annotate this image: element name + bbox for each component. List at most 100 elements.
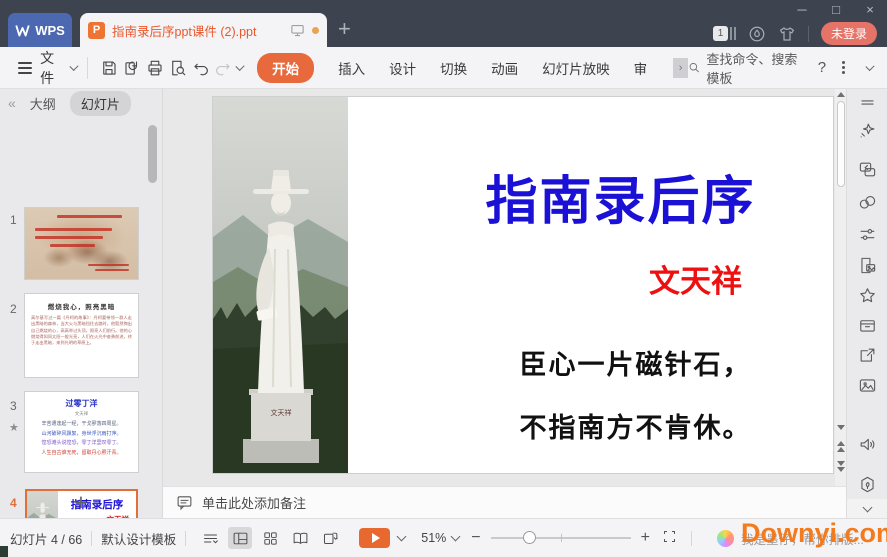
collapse-tools-button[interactable]: [847, 499, 887, 518]
editor-scrollbar-thumb[interactable]: [836, 101, 845, 187]
previous-slide-button[interactable]: [836, 441, 845, 452]
play-options-chevron-icon[interactable]: [396, 531, 407, 542]
save-button[interactable]: [98, 55, 121, 81]
slide-body-line-2[interactable]: 不指南方不肯休。: [348, 406, 833, 445]
tab-home[interactable]: 开始: [257, 52, 315, 83]
zoom-in-button[interactable]: +: [641, 529, 650, 547]
picture-icon[interactable]: [856, 374, 878, 396]
play-slideshow-button[interactable]: [359, 528, 391, 548]
slide-2-body: 高尔基写过一篇《丹柯的故事》：丹柯要带领一群人走出黑暗的森林，当大火与黑暗挡住去…: [31, 315, 132, 346]
tab-insert[interactable]: 插入: [338, 58, 365, 78]
undo-icon: [194, 63, 208, 75]
window-controls: ─ □ ×: [793, 2, 879, 17]
hexagon-badge-icon[interactable]: [856, 473, 878, 495]
monitor-icon: [291, 24, 304, 36]
hamburger-icon[interactable]: [18, 59, 33, 77]
print-button[interactable]: [144, 55, 167, 81]
output-button[interactable]: [121, 55, 144, 81]
new-tab-button[interactable]: +: [338, 16, 351, 42]
tab-review-truncated[interactable]: 审: [634, 58, 648, 78]
wps-menu-button[interactable]: WPS: [8, 13, 72, 47]
phone-cast-button[interactable]: [318, 527, 342, 549]
template-name[interactable]: 默认设计模板: [101, 529, 176, 548]
tab-outline[interactable]: 大纲: [30, 94, 56, 113]
status-bar: 幻灯片 4 / 66 默认设计模板 51% − + 我是墨仔，帮你排版...: [0, 518, 887, 557]
fit-to-window-button[interactable]: [662, 529, 677, 547]
slide-author-text[interactable]: 文天祥: [348, 256, 833, 301]
titlebar-separator: [807, 25, 809, 42]
editor-scrollbar[interactable]: [835, 89, 846, 486]
tab-slideshow[interactable]: 幻灯片放映: [542, 58, 610, 78]
assistant-text[interactable]: 我是墨仔，帮你排版...: [741, 529, 864, 548]
notes-bar[interactable]: 单击此处添加备注: [163, 486, 846, 518]
tab-design[interactable]: 设计: [389, 58, 416, 78]
slide-title-text[interactable]: 指南录后序: [348, 159, 833, 234]
current-slide[interactable]: 指南录后序 文天祥 臣心一片磁针石， 不指南方不肯休。: [213, 97, 833, 473]
share-export-icon[interactable]: [856, 344, 878, 366]
reading-view-button[interactable]: [288, 527, 312, 549]
scroll-up-icon[interactable]: [836, 92, 845, 97]
object-adjust-sliders-icon[interactable]: [856, 223, 878, 245]
tab-animation[interactable]: 动画: [491, 58, 518, 78]
file-menu-chevron-icon[interactable]: [69, 61, 79, 71]
ppt-file-icon: P: [88, 21, 105, 39]
tab-transitions[interactable]: 切换: [440, 58, 467, 78]
more-options-icon[interactable]: [842, 59, 846, 76]
poem-line: 辛苦遭逢起一经，干戈寥落四周星。: [41, 421, 122, 427]
statue-photo[interactable]: [213, 97, 348, 473]
slide-1-thumbnail[interactable]: [25, 208, 138, 279]
poem-line: 山河破碎风飘絮，身世浮沉雨打萍。: [41, 430, 122, 437]
skin-shirt-icon[interactable]: [778, 25, 796, 43]
login-button[interactable]: 未登录: [820, 22, 877, 45]
collapse-panel-button[interactable]: «: [8, 95, 16, 111]
slide-2-thumbnail[interactable]: 燃烧我心，照亮黑暗 高尔基写过一篇《丹柯的故事》：丹柯要带领一群人走出黑暗的森林…: [25, 294, 138, 377]
template-swap-icon[interactable]: [856, 158, 878, 180]
normal-view-button[interactable]: [228, 527, 253, 549]
redo-button[interactable]: [212, 55, 235, 81]
material-box-icon[interactable]: [856, 314, 878, 336]
export-icon: [125, 60, 138, 75]
command-search-input[interactable]: 查找命令、搜索模板: [688, 49, 802, 87]
open-documents-badge[interactable]: 1: [712, 26, 736, 41]
poem-line: 惶恐滩头说惶恐，零丁洋里叹零丁。: [41, 440, 122, 446]
notes-toggle-button[interactable]: [198, 527, 222, 549]
slide-counter[interactable]: 幻灯片 4 / 66: [10, 529, 82, 548]
maximize-button[interactable]: □: [827, 2, 845, 17]
audio-speaker-icon[interactable]: [856, 433, 878, 455]
quick-access-chevron-icon[interactable]: [235, 61, 245, 71]
zoom-out-button[interactable]: −: [471, 529, 480, 547]
panel-scrollbar-thumb[interactable]: [148, 125, 157, 183]
collapse-ribbon-chevron-icon[interactable]: [865, 61, 875, 71]
tabs-overflow-button[interactable]: ›: [673, 57, 689, 78]
close-button[interactable]: ×: [861, 2, 879, 17]
save-icon: [103, 60, 116, 75]
help-button[interactable]: ?: [818, 59, 826, 76]
next-slide-button[interactable]: [836, 461, 845, 472]
document-tab[interactable]: P 指南录后序ppt课件 (2).ppt: [80, 13, 327, 47]
shapes-icon[interactable]: [856, 191, 878, 213]
slide-2-number: 2: [10, 302, 17, 316]
file-menu[interactable]: 文件: [40, 48, 65, 88]
smart-beautify-icon[interactable]: [856, 119, 878, 141]
panel-handle-icon[interactable]: [856, 91, 878, 113]
print-preview-button[interactable]: [166, 55, 189, 81]
slide-editor-canvas[interactable]: 指南录后序 文天祥 臣心一片磁针石， 不指南方不肯休。: [163, 89, 846, 486]
zoom-level[interactable]: 51%: [421, 531, 446, 545]
zoom-slider-knob[interactable]: [522, 531, 536, 544]
slide-3-thumbnail[interactable]: 过零丁洋 文天祥 辛苦遭逢起一经，干戈寥落四周星。 山河破碎风飘絮，身世浮沉雨打…: [25, 392, 138, 472]
zoom-slider-tick: [560, 534, 562, 542]
slide-body-line-1[interactable]: 臣心一片磁针石，: [348, 343, 833, 382]
zoom-slider[interactable]: [490, 531, 631, 544]
undo-button[interactable]: [189, 55, 212, 81]
tab-slides[interactable]: 幻灯片: [69, 90, 131, 116]
zoom-chevron-icon[interactable]: [450, 531, 461, 542]
minimize-button[interactable]: ─: [793, 2, 811, 17]
activity-fire-icon[interactable]: [748, 25, 766, 43]
favorites-star-icon[interactable]: [856, 284, 878, 306]
slide-sorter-view-button[interactable]: [258, 527, 282, 549]
ai-assistant-icon[interactable]: [716, 529, 734, 547]
add-slide-button[interactable]: +: [0, 489, 162, 516]
design-resources-icon[interactable]: [856, 254, 878, 276]
scroll-down-icon[interactable]: [836, 425, 845, 430]
title-bar: WPS P 指南录后序ppt课件 (2).ppt + ─ □ × 1 未登录: [0, 0, 887, 47]
